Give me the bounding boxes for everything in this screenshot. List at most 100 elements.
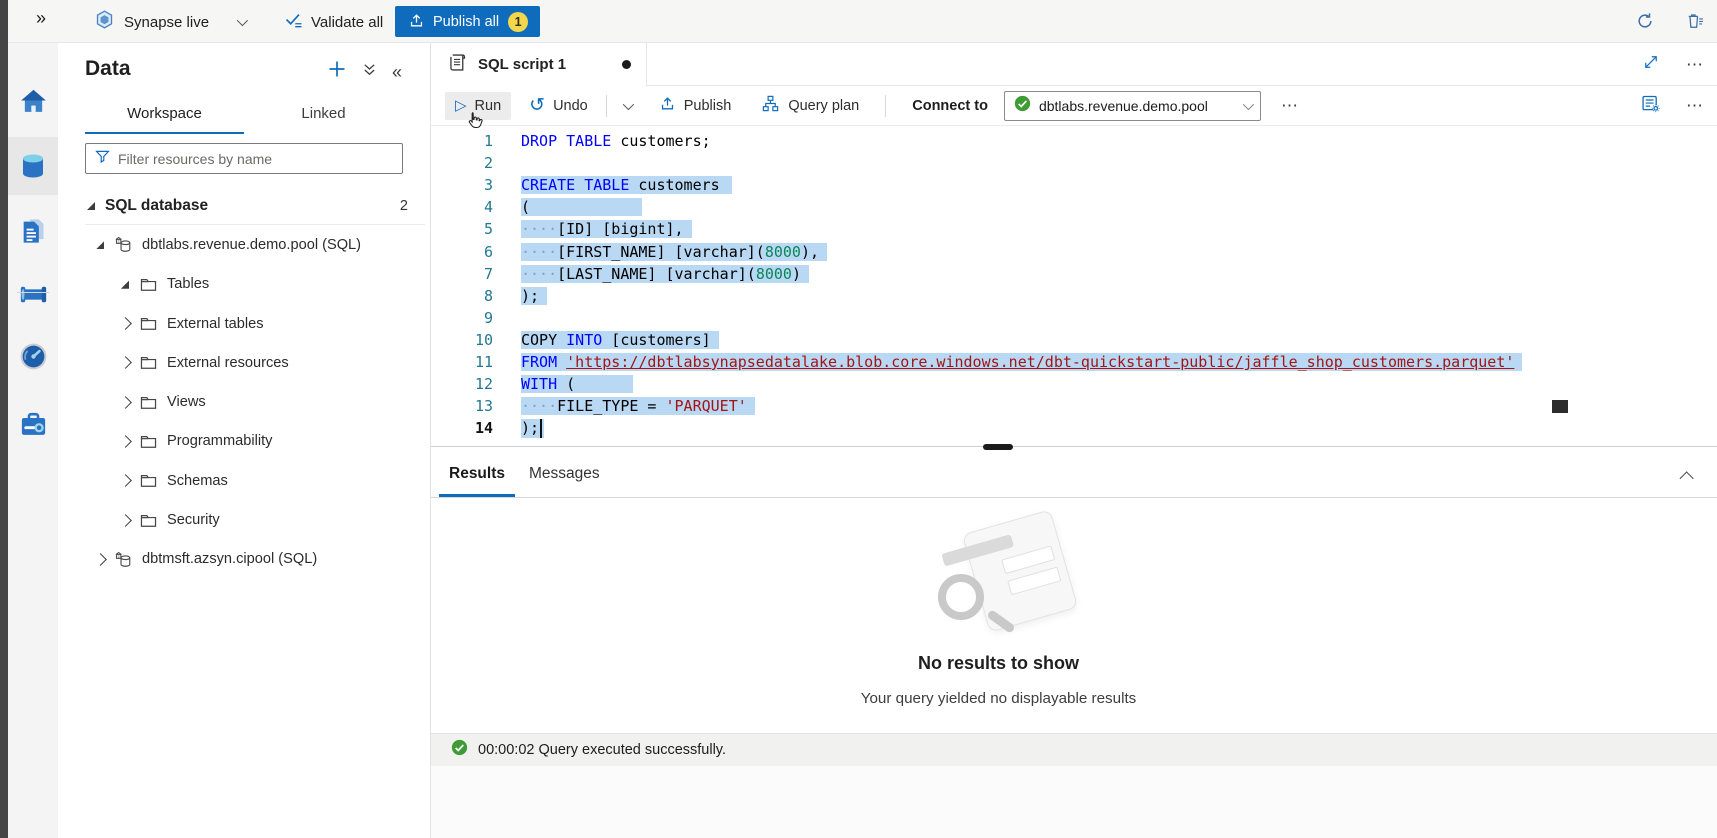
code-line[interactable]: 3CREATE TABLE customers [431,174,1717,196]
undo-label: Undo [553,98,588,114]
undo-dropdown-chevron-icon[interactable] [615,91,639,121]
publish-button[interactable]: Publish [649,89,742,122]
unsaved-indicator-dot [622,60,631,69]
expand-tree-icon[interactable] [120,476,139,485]
code-token: FILE_TYPE = [557,397,665,415]
double-chevron-down-icon[interactable] [362,62,377,82]
nav-monitor-icon[interactable] [8,327,58,385]
connected-check-icon [1014,95,1031,117]
line-number[interactable]: 7 [431,265,493,283]
validate-all-button[interactable]: Validate all [284,10,383,35]
splitter-drag-handle[interactable] [983,444,1013,450]
tree-item[interactable]: SQL database2 [58,186,430,225]
code-token: ); [521,419,539,437]
tab-workspace[interactable]: Workspace [85,99,244,134]
expand-tree-icon[interactable] [120,437,139,446]
code-line[interactable]: 1DROP TABLE customers; [431,130,1717,152]
tree-item[interactable]: Tables [58,265,430,304]
top-bar: » Synapse live Validate all Publish all … [8,0,1717,43]
line-number[interactable]: 12 [431,375,493,393]
code-line[interactable]: 12WITH ( [431,373,1717,395]
synapse-live-selector[interactable]: Synapse live [94,9,245,35]
tree-item[interactable]: External tables [58,304,430,343]
line-number[interactable]: 1 [431,132,493,150]
expand-tree-icon[interactable] [95,555,114,564]
code-token: INTO [566,331,602,349]
chevron-down-icon[interactable] [237,15,248,26]
line-number[interactable]: 14 [431,419,493,437]
code-line[interactable]: 4( [431,196,1717,218]
tree-item[interactable]: Programmability [58,422,430,461]
expand-sidebar-icon[interactable]: » [36,8,46,29]
line-number[interactable]: 11 [431,353,493,371]
toolbar-overflow-icon[interactable]: ⋯ [1686,97,1704,114]
collapse-tree-icon[interactable] [86,201,105,210]
line-number[interactable]: 8 [431,287,493,305]
filter-resources-input[interactable] [118,151,402,167]
tree-item[interactable]: dbtmsft.azsyn.cipool (SQL) [58,540,430,579]
sql-code-editor[interactable]: 1DROP TABLE customers; 2 3CREATE TABLE cus… [431,126,1717,446]
validate-icon [284,10,304,35]
tree-item[interactable]: Schemas [58,461,430,500]
rail-divider [17,292,49,293]
code-line[interactable]: 8); [431,285,1717,307]
more-actions-icon[interactable]: ⋯ [1686,56,1704,73]
expand-tree-icon[interactable] [120,398,139,407]
tree-item-label: External resources [167,355,289,371]
selection-highlight: ( [521,198,642,216]
discard-trash-icon[interactable] [1685,11,1705,36]
nav-data-icon[interactable] [8,137,58,195]
code-line[interactable]: 7····[LAST_NAME] [varchar](8000) [431,263,1717,285]
line-number[interactable]: 2 [431,154,493,172]
code-line[interactable]: 10COPY INTO [customers] [431,329,1717,351]
tree-item[interactable]: dbtlabs.revenue.demo.pool (SQL) [58,225,430,264]
tab-results[interactable]: Results [439,453,515,497]
expand-tree-icon[interactable] [120,516,139,525]
code-line[interactable]: 6····[FIRST_NAME] [varchar](8000), [431,240,1717,262]
code-line[interactable]: 11FROM 'https://dbtlabsynapsedatalake.bl… [431,351,1717,373]
pool-select-dropdown[interactable]: dbtlabs.revenue.demo.pool [1004,91,1261,121]
code-token: ···· [521,265,557,283]
collapse-tree-icon[interactable] [95,240,114,249]
line-number[interactable]: 3 [431,176,493,194]
run-button[interactable]: ▷ Run [445,92,511,120]
expand-tree-icon[interactable] [120,358,139,367]
results-splitter[interactable] [431,446,1717,453]
sql-pool-icon [114,550,133,569]
line-number[interactable]: 10 [431,331,493,349]
query-plan-icon [761,94,780,117]
add-resource-icon[interactable] [327,59,347,84]
tree-item[interactable]: External resources [58,343,430,382]
expand-tree-icon[interactable] [120,319,139,328]
line-number[interactable]: 13 [431,397,493,415]
refresh-icon[interactable] [1635,11,1655,36]
tab-linked[interactable]: Linked [244,99,403,134]
code-line[interactable]: 5····[ID] [bigint], [431,218,1717,240]
collapse-panel-icon[interactable]: « [392,63,402,81]
tree-item[interactable]: Security [58,500,430,539]
tree-item[interactable]: Views [58,382,430,421]
code-line[interactable]: 2 [431,152,1717,174]
collapse-results-chevron-icon[interactable] [1683,469,1693,487]
collapse-tree-icon[interactable] [120,280,139,289]
folder-icon [139,275,158,294]
tab-messages[interactable]: Messages [519,453,610,497]
expand-editor-icon[interactable] [1642,53,1660,76]
code-line[interactable]: 13····FILE_TYPE = 'PARQUET' [431,395,1717,417]
properties-icon[interactable] [1640,93,1661,119]
publish-all-button[interactable]: Publish all 1 [395,6,540,37]
tab-sql-script-1[interactable]: SQL script 1 [431,43,647,86]
toolbar-more-icon[interactable]: ⋯ [1281,97,1299,114]
undo-button[interactable]: ↺ Undo [519,91,598,120]
line-number[interactable]: 5 [431,220,493,238]
line-number[interactable]: 4 [431,198,493,216]
nav-home-icon[interactable] [8,72,58,130]
query-plan-button[interactable]: Query plan [751,88,869,123]
nav-manage-icon[interactable] [8,395,58,453]
code-line[interactable]: 14); [431,417,1717,439]
line-number[interactable]: 9 [431,309,493,327]
nav-develop-icon[interactable] [8,202,58,260]
line-number[interactable]: 6 [431,243,493,261]
nav-integrate-icon[interactable] [8,265,58,323]
code-line[interactable]: 9 [431,307,1717,329]
